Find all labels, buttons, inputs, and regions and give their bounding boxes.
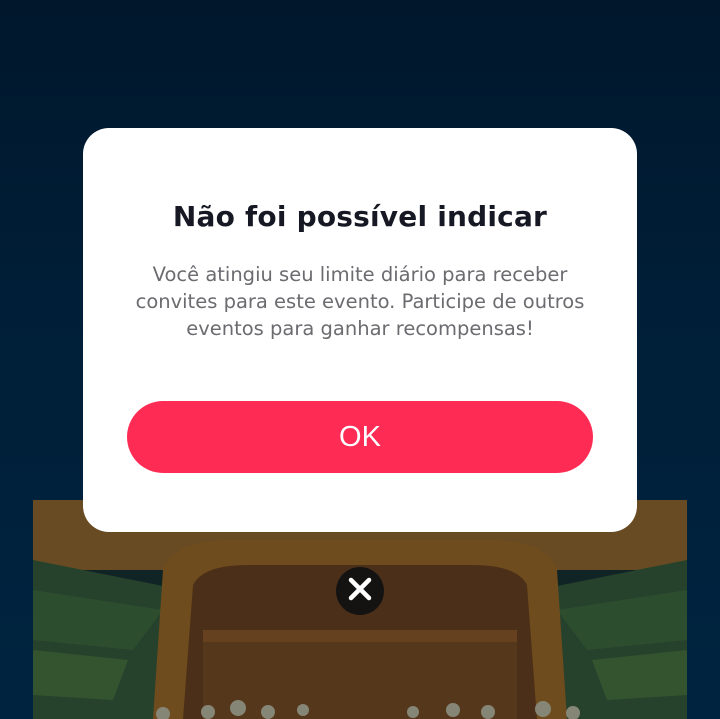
- close-button[interactable]: [336, 567, 384, 615]
- dialog-message: Você atingiu seu limite diário para rece…: [135, 263, 585, 340]
- close-icon: [347, 576, 373, 607]
- dialog-title: Não foi possível indicar: [172, 200, 548, 233]
- ok-button[interactable]: OK: [127, 401, 593, 473]
